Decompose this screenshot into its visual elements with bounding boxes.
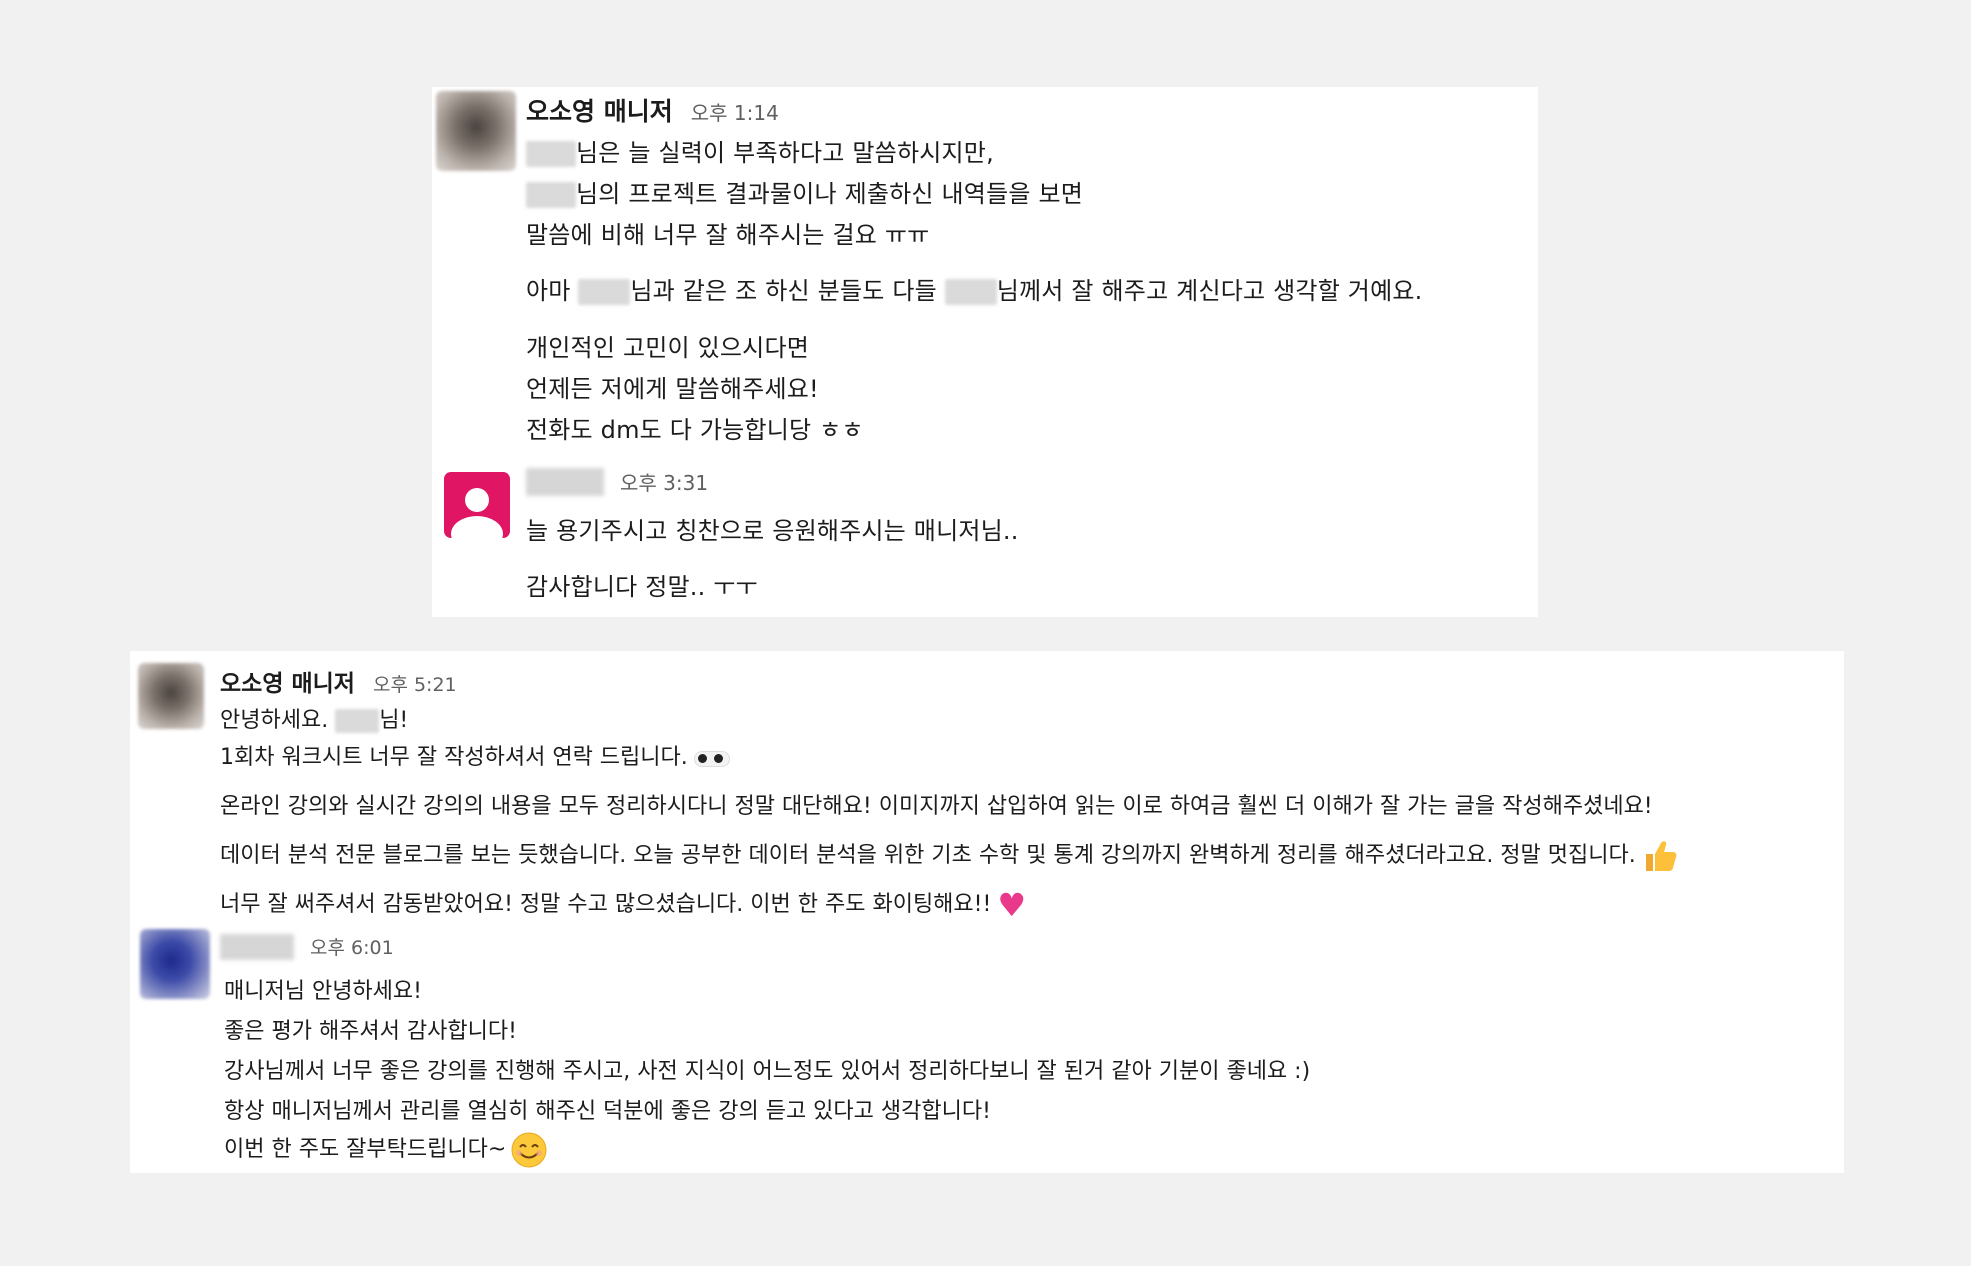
message-line: 아마 님과 같은 조 하신 분들도 다들 님께서 잘 해주고 계신다고 생각할 …	[526, 277, 1423, 305]
message-line: 이번 한 주도 잘부탁드립니다~	[224, 1131, 548, 1169]
message-time[interactable]: 오후 6:01	[310, 933, 394, 960]
author-name[interactable]: 오소영 매니저	[220, 664, 355, 698]
message-time[interactable]: 오후 1:14	[691, 97, 779, 126]
message-line: 님의 프로젝트 결과물이나 제출하신 내역들을 보면	[526, 174, 1083, 209]
redacted-name	[526, 182, 576, 208]
chat-card-top: 오소영 매니저 오후 1:14 님은 늘 실력이 부족하다고 말씀하시지만, 님…	[432, 87, 1538, 617]
manager-avatar[interactable]	[138, 663, 204, 729]
message-line: 1회차 워크시트 너무 잘 작성하셔서 연락 드립니다.	[220, 739, 730, 771]
message-line: 안녕하세요. 님!	[220, 708, 409, 733]
redacted-author-name[interactable]	[526, 467, 604, 496]
message-line: 늘 용기주시고 칭찬으로 응원해주시는 매니저님..	[526, 517, 1019, 545]
message-line: 말씀에 비해 너무 잘 해주시는 걸요 ㅠㅠ	[526, 221, 930, 249]
redacted-author-name[interactable]	[220, 933, 294, 960]
message-line: 감사합니다 정말.. ㅜㅜ	[526, 573, 758, 601]
message-time[interactable]: 오후 5:21	[373, 670, 457, 697]
redacted-name	[578, 279, 631, 305]
message-line: 너무 잘 써주셔서 감동받았어요! 정말 수고 많으셨습니다. 이번 한 주도 …	[220, 886, 1026, 924]
message-line: 전화도 dm도 다 가능합니당 ㅎㅎ	[526, 416, 864, 444]
message-line: 항상 매니저님께서 관리를 열심히 해주신 덕분에 좋은 강의 듣고 있다고 생…	[224, 1099, 991, 1124]
message-line: 온라인 강의와 실시간 강의의 내용을 모두 정리하시다니 정말 대단해요! 이…	[220, 794, 1653, 819]
message-line: 좋은 평가 해주셔서 감사합니다!	[224, 1019, 517, 1044]
user-avatar[interactable]	[140, 929, 210, 999]
message-line: 매니저님 안녕하세요!	[224, 979, 422, 1004]
message-line: 언제든 저에게 말씀해주세요!	[526, 375, 819, 403]
manager-avatar[interactable]	[436, 91, 516, 171]
panda-emoji-icon	[692, 749, 730, 767]
message-line: 개인적인 고민이 있으시다면	[526, 334, 810, 362]
user-avatar-icon[interactable]	[444, 472, 510, 538]
heart-emoji-icon: ♥	[997, 886, 1026, 924]
message-line: 님은 늘 실력이 부족하다고 말씀하시지만,	[526, 133, 994, 168]
author-name[interactable]: 오소영 매니저	[526, 92, 673, 128]
smile-emoji-icon	[510, 1131, 548, 1169]
thumbs-up-emoji-icon	[1642, 838, 1678, 874]
redacted-name	[526, 141, 576, 167]
message-line: 강사님께서 너무 좋은 강의를 진행해 주시고, 사전 지식이 어느정도 있어서…	[224, 1059, 1311, 1084]
redacted-name	[944, 279, 997, 305]
redacted-name	[335, 709, 380, 733]
message-time[interactable]: 오후 3:31	[620, 467, 708, 496]
chat-card-bottom: 오소영 매니저 오후 5:21 안녕하세요. 님! 1회차 워크시트 너무 잘 …	[130, 651, 1844, 1173]
message-line: 데이터 분석 전문 블로그를 보는 듯했습니다. 오늘 공부한 데이터 분석을 …	[220, 837, 1678, 874]
